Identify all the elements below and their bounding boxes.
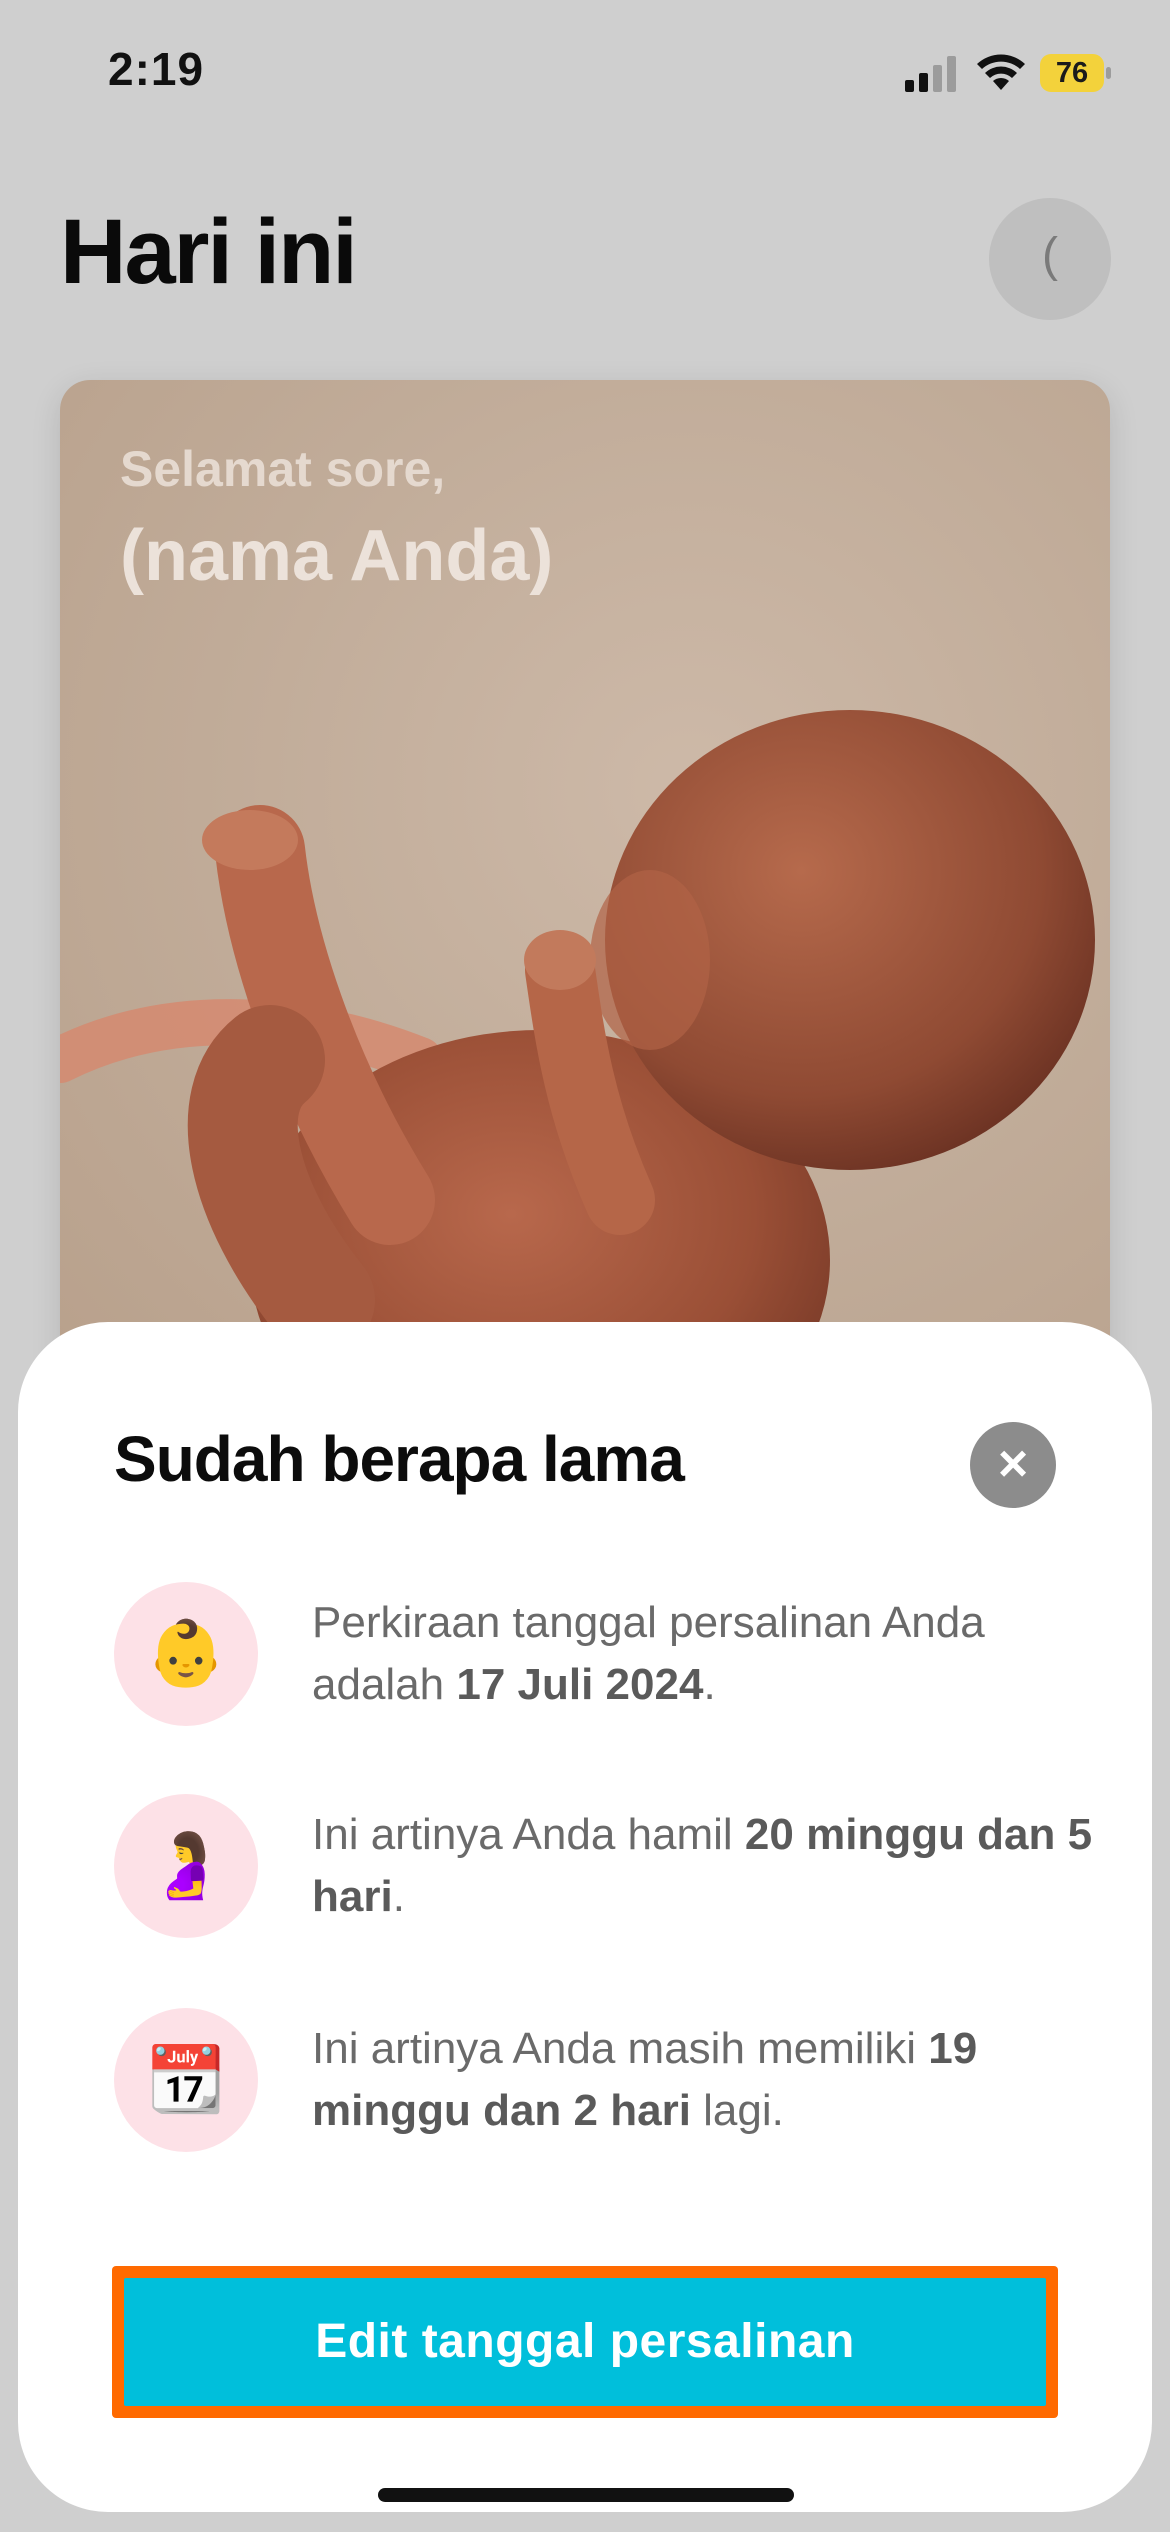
user-name-text: (nama Anda) bbox=[120, 516, 554, 596]
battery-level: 76 bbox=[1055, 57, 1089, 89]
home-indicator bbox=[378, 2488, 794, 2502]
hero-card: Selamat sore, (nama Anda) bbox=[60, 380, 1110, 1400]
status-time: 2:19 bbox=[108, 43, 205, 95]
pregnant-woman-icon: 🤰 bbox=[114, 1794, 258, 1938]
info-row-due-date: 👶 Perkiraan tanggal persalinan Anda adal… bbox=[114, 1582, 1074, 1732]
info-row-weeks-remaining: 📆 Ini artinya Anda masih memiliki 19 min… bbox=[114, 2008, 1074, 2158]
due-date-sheet: Sudah berapa lama × 👶 Perkiraan tanggal … bbox=[18, 1322, 1152, 2512]
battery-icon: 76 bbox=[1040, 54, 1112, 92]
greeting-text: Selamat sore, bbox=[120, 441, 446, 497]
cellular-signal-icon bbox=[905, 56, 956, 92]
edit-button-label: Edit tanggal persalinan bbox=[315, 2315, 855, 2368]
edit-button-highlight: Edit tanggal persalinan bbox=[112, 2266, 1058, 2418]
info-text: Perkiraan tanggal persalinan Anda adalah… bbox=[312, 1598, 985, 1709]
page-title: Hari ini bbox=[60, 201, 358, 303]
close-button[interactable]: × bbox=[970, 1422, 1056, 1508]
close-icon: × bbox=[997, 1435, 1029, 1493]
info-text: Ini artinya Anda masih memiliki 19 mingg… bbox=[312, 2024, 978, 2135]
profile-button[interactable]: ( bbox=[989, 198, 1111, 320]
fetus-illustration bbox=[60, 710, 1095, 1400]
status-bar: 2:19 76 bbox=[0, 0, 1170, 150]
info-row-weeks-pregnant: 🤰 Ini artinya Anda hamil 20 minggu dan 5… bbox=[114, 1794, 1092, 1944]
sheet-title: Sudah berapa lama bbox=[114, 1423, 685, 1495]
wifi-icon bbox=[977, 54, 1025, 90]
info-text: Ini artinya Anda hamil 20 minggu dan 5 h… bbox=[312, 1810, 1093, 1921]
edit-due-date-button[interactable]: Edit tanggal persalinan bbox=[124, 2278, 1046, 2406]
calendar-icon: 📆 bbox=[114, 2008, 258, 2152]
baby-face-icon: 👶 bbox=[114, 1582, 258, 1726]
avatar-glyph: ( bbox=[1042, 229, 1058, 282]
